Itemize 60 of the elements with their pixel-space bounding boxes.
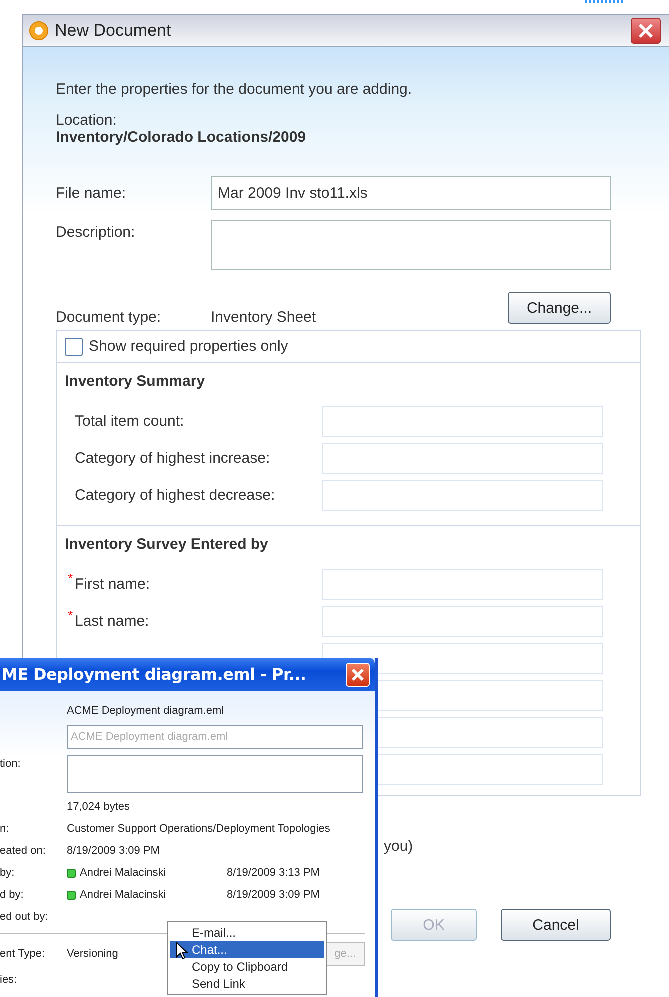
document-type-value: Inventory Sheet [211,309,316,326]
field-value: 8/19/2009 3:09 PM [67,845,160,857]
field-label: Category of highest decrease: [75,487,276,504]
description-field[interactable] [211,220,611,270]
window-title: ME Deployment diagram.eml - Pr... [2,665,306,684]
cursor-icon [176,942,188,960]
property-field[interactable] [322,643,603,674]
location-path: Inventory/Colorado Locations/2009 [56,129,308,146]
close-icon [638,22,654,38]
dotted-line-icon [585,0,625,4]
app-logo-icon [29,20,49,40]
required-marker: * [68,571,74,586]
field-label: First name: [75,576,150,593]
field-label: ies: [0,974,18,986]
cancel-button[interactable]: Cancel [501,909,611,941]
property-field[interactable] [322,606,603,637]
property-field[interactable] [322,480,603,511]
section-title: Inventory Summary [65,373,206,390]
field-value: Customer Support Operations/Deployment Topologies [67,823,330,835]
date-value: 8/19/2009 3:13 PM [227,867,320,879]
user-name: Andrei Malacinski [80,889,166,901]
checkbox[interactable] [65,338,83,356]
window-title: New Document [55,20,172,40]
field-value: 17,024 bytes [67,801,130,813]
field-label: Total item count: [75,413,184,430]
menu-item[interactable]: Chat... [170,941,324,958]
checkbox-label: Show required properties only [89,338,288,355]
property-field[interactable] [322,406,603,437]
user-status-icon [67,890,76,900]
section-title: Inventory Survey Entered by [65,536,270,553]
required-marker: * [68,608,74,623]
description-field[interactable] [67,755,363,793]
location-label: Location: [56,112,118,129]
field-label: d by: [0,889,24,901]
menu-item[interactable]: Send Link [170,975,324,992]
field-label: by: [0,867,15,879]
change-button[interactable]: Change... [508,292,611,324]
property-field[interactable] [322,443,603,474]
field-label: ent Type: [0,948,46,960]
field-label: Category of highest increase: [75,450,270,467]
field-label: Description: [56,224,136,241]
field-label: eated on: [0,845,46,857]
intro-text: Enter the properties for the document you are adding. [56,81,414,98]
field-label: ed out by: [0,911,48,923]
property-field[interactable] [322,569,603,600]
close-icon [351,668,365,682]
field-value: Versioning [67,948,118,960]
user-status-icon [67,868,76,878]
field-label: Last name: [75,613,150,630]
user-name: Andrei Malacinski [80,867,166,879]
field-label: n: [0,823,10,835]
field-label: tion: [0,758,22,770]
field-label: Document type: [56,309,162,326]
date-value: 8/19/2009 3:09 PM [227,889,320,901]
file-name-field[interactable]: Mar 2009 Inv sto11.xls [211,176,611,210]
note-text: you) [384,838,414,855]
menu-item[interactable]: E-mail... [170,924,324,941]
close-button[interactable] [631,18,661,44]
file-name-value: ACME Deployment diagram.eml [67,705,224,717]
field-label: File name: [56,184,128,202]
